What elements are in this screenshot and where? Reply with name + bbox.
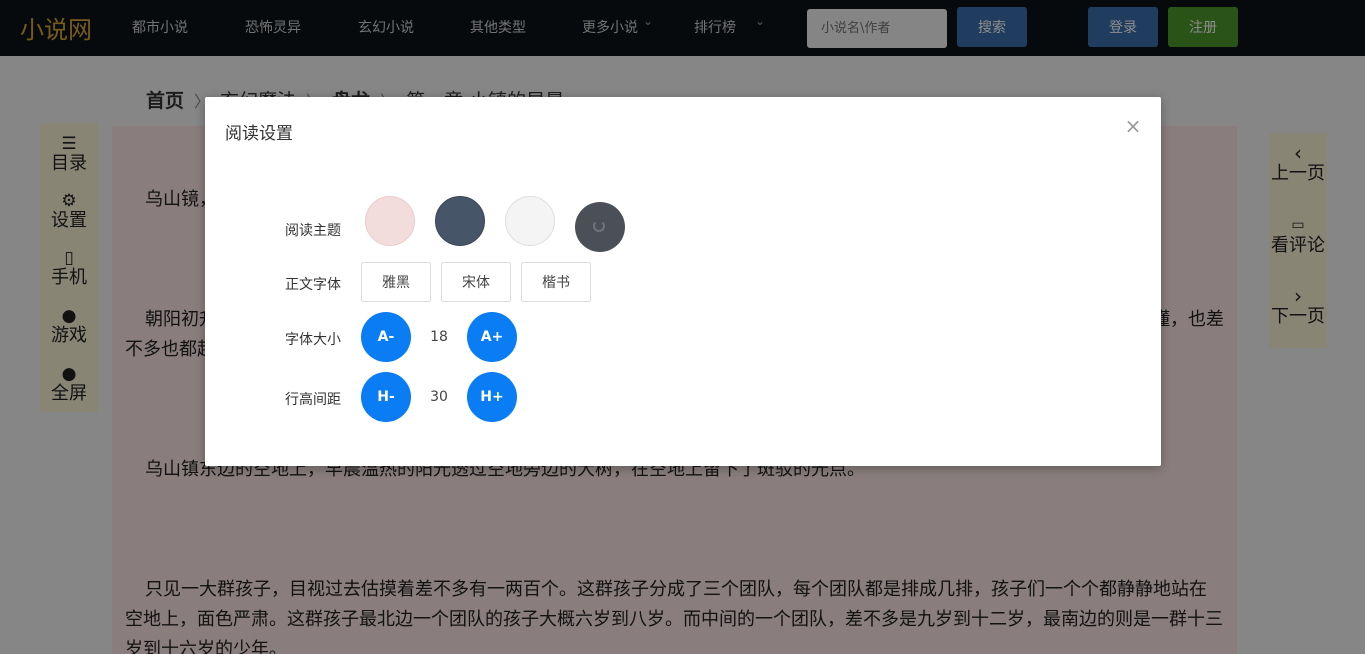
font-size-increase-button[interactable]: A+ bbox=[467, 312, 517, 362]
line-height-label: 行高间距 bbox=[285, 392, 341, 408]
dialog-title: 阅读设置 bbox=[225, 124, 293, 144]
line-height-decrease-button[interactable]: H- bbox=[361, 372, 411, 422]
font-kaishu-button[interactable]: 楷书 bbox=[521, 262, 591, 302]
theme-slate-swatch[interactable] bbox=[435, 196, 485, 246]
font-songti-button[interactable]: 宋体 bbox=[441, 262, 511, 302]
theme-label: 阅读主题 bbox=[285, 223, 341, 239]
font-label: 正文字体 bbox=[285, 277, 341, 293]
theme-dark-swatch[interactable] bbox=[575, 202, 625, 252]
font-size-label: 字体大小 bbox=[285, 332, 341, 348]
theme-pink-swatch[interactable] bbox=[365, 196, 415, 246]
font-yahei-button[interactable]: 雅黑 bbox=[361, 262, 431, 302]
reading-settings-dialog: 阅读设置 × 阅读主题 正文字体 雅黑 宋体 楷书 字体大小 A- 18 A+ … bbox=[205, 97, 1161, 466]
font-size-value: 18 bbox=[430, 329, 448, 345]
line-height-value: 30 bbox=[430, 389, 448, 405]
font-size-decrease-button[interactable]: A- bbox=[361, 312, 411, 362]
selected-indicator-icon bbox=[593, 220, 605, 232]
close-icon[interactable]: × bbox=[1124, 116, 1142, 136]
line-height-increase-button[interactable]: H+ bbox=[467, 372, 517, 422]
theme-white-swatch[interactable] bbox=[505, 196, 555, 246]
